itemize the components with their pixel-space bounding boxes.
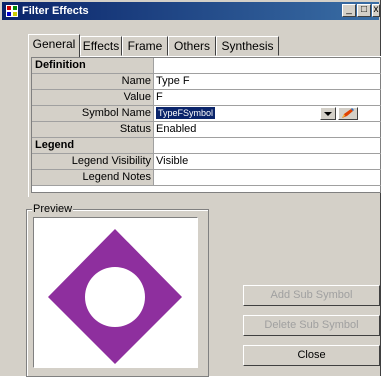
value-value[interactable]: F [156,90,163,105]
status-row[interactable]: Status Enabled [32,122,381,138]
filter-effects-window: Filter Effects _ □ x General Effects Fra… [0,0,381,377]
legend-section-row[interactable]: Legend [32,138,381,154]
tab-frame[interactable]: Frame [122,36,168,56]
symbol-name-select[interactable]: TypeFSymbol [156,107,216,119]
close-button[interactable]: Close [243,345,380,366]
name-row[interactable]: Name Type F [32,74,381,90]
tab-general[interactable]: General [28,34,80,57]
tab-others[interactable]: Others [168,36,216,56]
legend-header: Legend [32,138,154,153]
definition-section-row[interactable]: Definition [32,58,381,74]
add-sub-symbol-button[interactable]: Add Sub Symbol [243,285,380,306]
tab-synthesis[interactable]: Synthesis [216,36,279,56]
preview-canvas [33,217,198,368]
definition-header: Definition [32,58,154,73]
name-label: Name [32,74,154,89]
name-value[interactable]: Type F [156,74,190,89]
legend-visibility-row[interactable]: Legend Visibility Visible [32,154,381,170]
preview-label: Preview [32,203,74,215]
maximize-button[interactable]: □ [357,4,371,17]
chevron-down-icon[interactable] [320,107,336,120]
pencil-icon [342,108,354,118]
property-grid: Definition Name Type F Value F Symbol Na… [31,57,381,193]
legend-visibility-value[interactable]: Visible [156,154,188,169]
legend-notes-row[interactable]: Legend Notes [32,170,381,186]
title-bar[interactable]: Filter Effects _ □ x [2,2,380,20]
symbol-name-row[interactable]: Symbol Name TypeFSymbol [32,106,381,122]
tab-effects[interactable]: Effects [80,36,122,56]
symbol-name-label: Symbol Name [32,106,154,121]
minimize-button[interactable]: _ [342,4,356,17]
symbol-preview [48,229,182,364]
app-icon [6,5,18,17]
status-label: Status [32,122,154,137]
legend-notes-label: Legend Notes [32,170,154,185]
legend-visibility-label: Legend Visibility [32,154,154,169]
value-label: Value [32,90,154,105]
value-row[interactable]: Value F [32,90,381,106]
delete-sub-symbol-button[interactable]: Delete Sub Symbol [243,315,380,336]
status-value[interactable]: Enabled [156,122,196,137]
edit-symbol-button[interactable] [338,107,358,120]
close-window-button[interactable]: x [372,4,380,17]
window-title: Filter Effects [22,5,89,17]
